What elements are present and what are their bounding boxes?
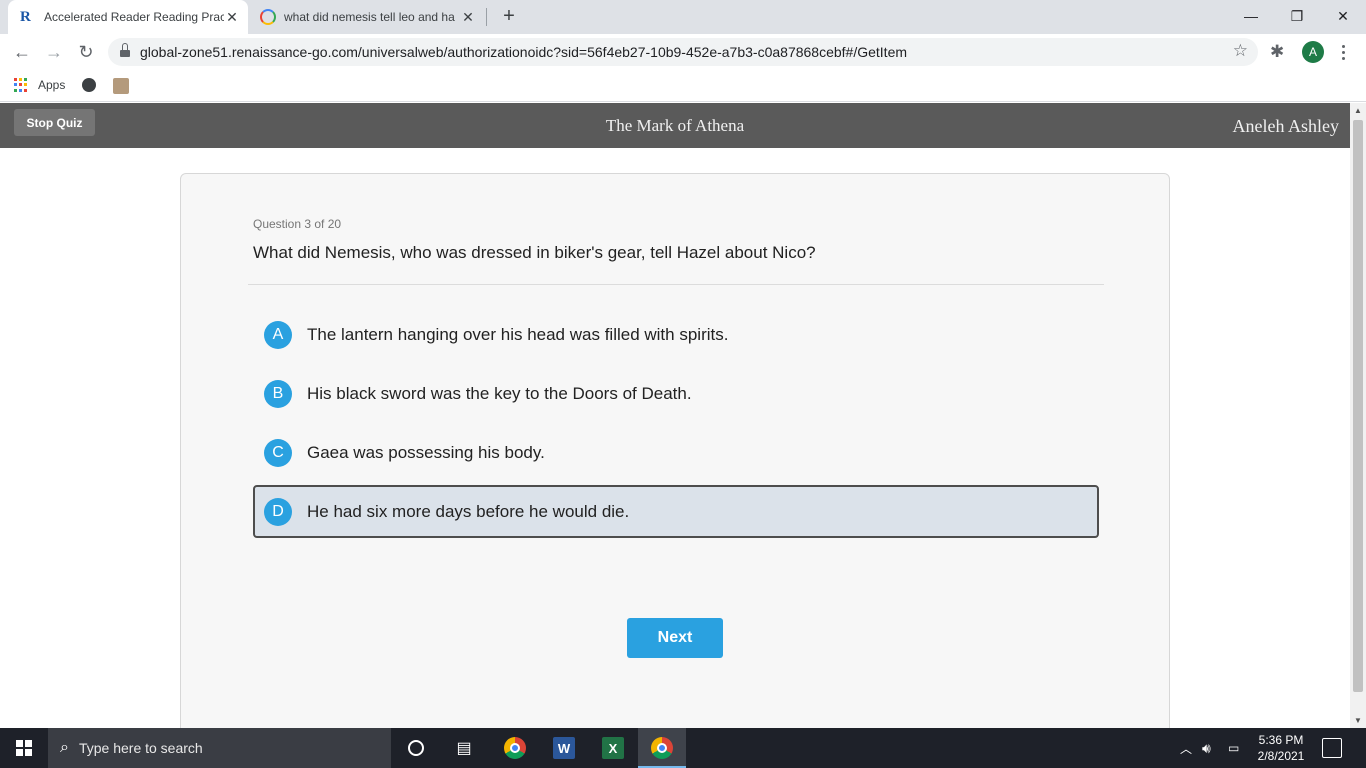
- profile-avatar[interactable]: A: [1302, 41, 1324, 63]
- reload-icon[interactable]: ↻: [74, 40, 98, 64]
- chrome-taskbar-icon[interactable]: [503, 736, 527, 760]
- chrome-profile-taskbar-icon: [650, 736, 674, 760]
- option-letter-badge: A: [264, 320, 292, 349]
- globe-bookmark-icon[interactable]: [82, 78, 96, 92]
- question-card: Question 3 of 20 What did Nemesis, who w…: [180, 173, 1170, 728]
- tab-title: what did nemesis tell leo and ha: [284, 10, 455, 24]
- scroll-thumb[interactable]: [1353, 120, 1363, 692]
- taskbar-search-box[interactable]: ⌕ Type here to search: [48, 728, 391, 768]
- forward-arrow-icon[interactable]: →: [42, 40, 66, 64]
- search-placeholder: Type here to search: [78, 740, 203, 756]
- quiz-page: Stop Quiz The Mark of Athena Aneleh Ashl…: [0, 103, 1350, 728]
- restore-icon[interactable]: ❐: [1274, 0, 1320, 32]
- apps-bookmark[interactable]: Apps: [14, 78, 65, 92]
- scroll-down-arrow-icon[interactable]: ▼: [1354, 716, 1362, 725]
- windows-taskbar: ⌕ Type here to search ▤ W X ︿ 🔊︎ ▭ 5:36 …: [0, 728, 1366, 768]
- close-window-icon[interactable]: ✕: [1320, 0, 1366, 32]
- clock-time: 5:36 PM: [1258, 733, 1304, 747]
- answer-option-b[interactable]: B His black sword was the key to the Doo…: [253, 367, 1099, 420]
- question-text: What did Nemesis, who was dressed in bik…: [253, 243, 816, 262]
- option-text: The lantern hanging over his head was fi…: [307, 324, 729, 344]
- tab-title: Accelerated Reader Reading Prac: [44, 10, 224, 24]
- excel-taskbar-icon[interactable]: X: [601, 736, 625, 760]
- student-name: Aneleh Ashley: [1232, 116, 1339, 136]
- clock-date: 2/8/2021: [1257, 749, 1305, 763]
- apps-label: Apps: [38, 78, 66, 92]
- browser-menu-icon[interactable]: [1336, 40, 1350, 64]
- new-tab-icon[interactable]: +: [498, 6, 520, 28]
- book-title: The Mark of Athena: [605, 116, 745, 135]
- close-tab-icon[interactable]: ✕: [460, 9, 476, 25]
- taskbar-clock[interactable]: 5:36 PM 2/8/2021: [1248, 732, 1314, 764]
- answer-option-d[interactable]: D He had six more days before he would d…: [253, 485, 1099, 538]
- scroll-up-arrow-icon[interactable]: ▲: [1354, 106, 1362, 115]
- back-arrow-icon[interactable]: ←: [10, 40, 34, 64]
- tab-accelerated-reader[interactable]: R Accelerated Reader Reading Prac ✕: [8, 0, 248, 34]
- close-tab-icon[interactable]: ✕: [224, 9, 240, 25]
- browser-toolbar: ← → ↻ global-zone51.renaissance-go.com/u…: [0, 34, 1366, 70]
- notifications-icon[interactable]: [1322, 738, 1342, 758]
- address-bar[interactable]: global-zone51.renaissance-go.com/univers…: [108, 38, 1258, 66]
- bookmarks-bar: Apps: [0, 70, 1366, 102]
- browser-tabstrip: R Accelerated Reader Reading Prac ✕ what…: [0, 0, 1366, 34]
- minimize-icon[interactable]: —: [1228, 0, 1274, 32]
- chrome-active-app[interactable]: [638, 728, 686, 768]
- lock-icon: [120, 43, 130, 57]
- next-button[interactable]: Next: [627, 618, 723, 658]
- word-taskbar-icon[interactable]: W: [552, 736, 576, 760]
- tab-separator: [486, 8, 487, 26]
- bookmark-star-icon[interactable]: ☆: [1233, 41, 1248, 61]
- option-letter-badge: B: [264, 379, 292, 408]
- search-icon: ⌕: [60, 739, 69, 756]
- url-text: global-zone51.renaissance-go.com/univers…: [140, 44, 908, 60]
- task-view-icon[interactable]: ▤: [452, 736, 476, 760]
- answer-option-a[interactable]: A The lantern hanging over his head was …: [253, 308, 1099, 361]
- option-letter-badge: C: [264, 438, 292, 467]
- start-button[interactable]: [0, 728, 48, 768]
- battery-icon[interactable]: ▭: [1228, 728, 1239, 768]
- apps-grid-icon: [14, 78, 28, 92]
- windows-logo-icon: [16, 740, 32, 756]
- show-hidden-icons-chevron-icon[interactable]: ︿: [1180, 728, 1192, 768]
- tab-google-search[interactable]: what did nemesis tell leo and ha ✕: [252, 0, 484, 34]
- renaissance-favicon-icon: R: [20, 9, 31, 25]
- volume-icon[interactable]: 🔊︎: [1202, 728, 1211, 768]
- page-scrollbar[interactable]: ▲ ▼: [1350, 103, 1366, 728]
- image-bookmark-icon[interactable]: [113, 78, 129, 94]
- quiz-header: Stop Quiz The Mark of Athena Aneleh Ashl…: [0, 103, 1350, 148]
- option-text: Gaea was possessing his body.: [307, 442, 545, 462]
- option-letter-badge: D: [264, 497, 292, 526]
- option-text: He had six more days before he would die…: [307, 501, 630, 521]
- answer-option-c[interactable]: C Gaea was possessing his body.: [253, 426, 1099, 479]
- extensions-puzzle-icon[interactable]: ✱: [1270, 42, 1284, 62]
- divider: [248, 284, 1104, 285]
- cortana-icon[interactable]: [404, 736, 428, 760]
- question-number: Question 3 of 20: [253, 217, 342, 231]
- google-favicon-icon: [260, 9, 276, 25]
- option-text: His black sword was the key to the Doors…: [307, 383, 692, 403]
